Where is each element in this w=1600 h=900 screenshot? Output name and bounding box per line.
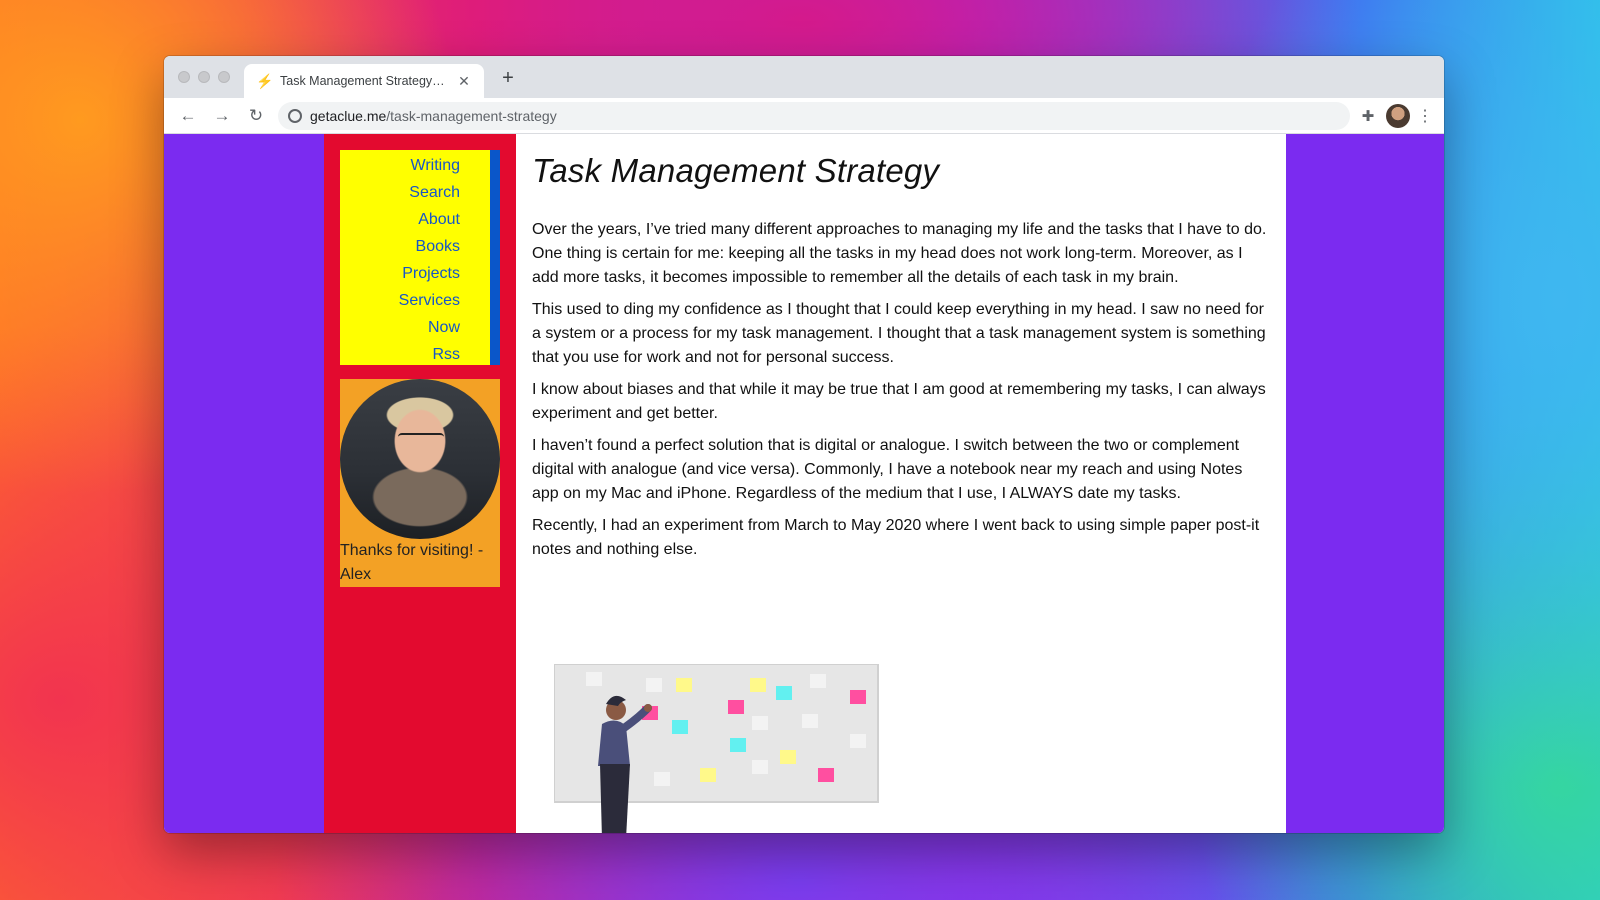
sticky-note [676,678,692,692]
lightning-icon: ⚡ [256,72,274,89]
article: Task Management Strategy Over the years,… [532,152,1272,570]
window-controls [178,71,230,83]
url-host: getaclue.me [310,107,387,124]
sticky-note [700,768,716,782]
sticky-note [730,738,746,752]
article-paragraph: I know about biases and that while it ma… [532,381,1266,422]
sticky-note [750,678,766,692]
sticky-notes-illustration [554,664,879,833]
article-title: Task Management Strategy [532,152,940,189]
browser-window: ⚡ Task Management Strategy - A ✕ + ← → ↻… [164,56,1444,833]
reload-icon[interactable]: ↻ [242,102,270,130]
sticky-note [818,768,834,782]
sticky-note [728,700,744,714]
browser-tab-active[interactable]: ⚡ Task Management Strategy - A ✕ [244,64,484,98]
nav-link-projects[interactable]: Projects [402,260,460,287]
profile-avatar-icon[interactable] [1386,103,1410,128]
globe-icon [288,108,302,123]
nav-link-rss[interactable]: Rss [432,341,460,368]
sticky-note [850,734,866,748]
sticky-note [654,772,670,786]
sticky-note [672,720,688,734]
sticky-note [776,686,792,700]
address-bar[interactable]: getaclue.me/task-management-strategy [278,101,1350,130]
minimize-window-button[interactable] [198,71,210,83]
more-options-icon[interactable]: ⋮ [1416,106,1434,126]
sticky-note [850,690,866,704]
sticky-note [780,750,796,764]
author-caption: Thanks for visiting! - Alex [340,542,484,583]
browser-toolbar: ← → ↻ getaclue.me/task-management-strate… [164,98,1444,134]
page-viewport: Writing Search About Books Projects Serv… [164,134,1444,833]
glasses-detail [398,433,444,445]
nav-link-now[interactable]: Now [428,314,460,341]
close-tab-icon[interactable]: ✕ [456,73,472,90]
url-text: getaclue.me/task-management-strategy [310,108,557,124]
article-paragraph: Recently, I had an experiment from March… [532,517,1260,558]
nav-link-books[interactable]: Books [416,233,460,260]
sticky-note [752,716,768,730]
nav-link-writing[interactable]: Writing [411,152,461,179]
sticky-note [752,760,768,774]
close-window-button[interactable] [178,71,190,83]
author-card: Thanks for visiting! - Alex [340,379,500,587]
sticky-note [586,672,602,686]
article-paragraph: I haven’t found a perfect solution that … [532,437,1243,502]
forward-arrow-icon[interactable]: → [208,102,236,130]
author-photo [340,379,500,539]
new-tab-icon[interactable]: + [496,67,520,90]
nav-link-search[interactable]: Search [409,179,460,206]
zoom-window-button[interactable] [218,71,230,83]
sticky-note [646,678,662,692]
article-paragraph: Over the years, I’ve tried many differen… [532,221,1267,286]
url-path: /task-management-strategy [386,107,557,124]
site-nav: Writing Search About Books Projects Serv… [340,150,500,365]
tab-title: Task Management Strategy - A [280,74,448,88]
puzzle-piece-icon[interactable]: ✚ [1356,107,1380,125]
tab-bar: ⚡ Task Management Strategy - A ✕ + [164,56,1444,98]
article-paragraph: This used to ding my confidence as I tho… [532,301,1266,366]
sticky-note [802,714,818,728]
nav-link-services[interactable]: Services [399,287,460,314]
nav-link-about[interactable]: About [418,206,460,233]
back-arrow-icon[interactable]: ← [174,102,202,130]
sticky-note [810,674,826,688]
